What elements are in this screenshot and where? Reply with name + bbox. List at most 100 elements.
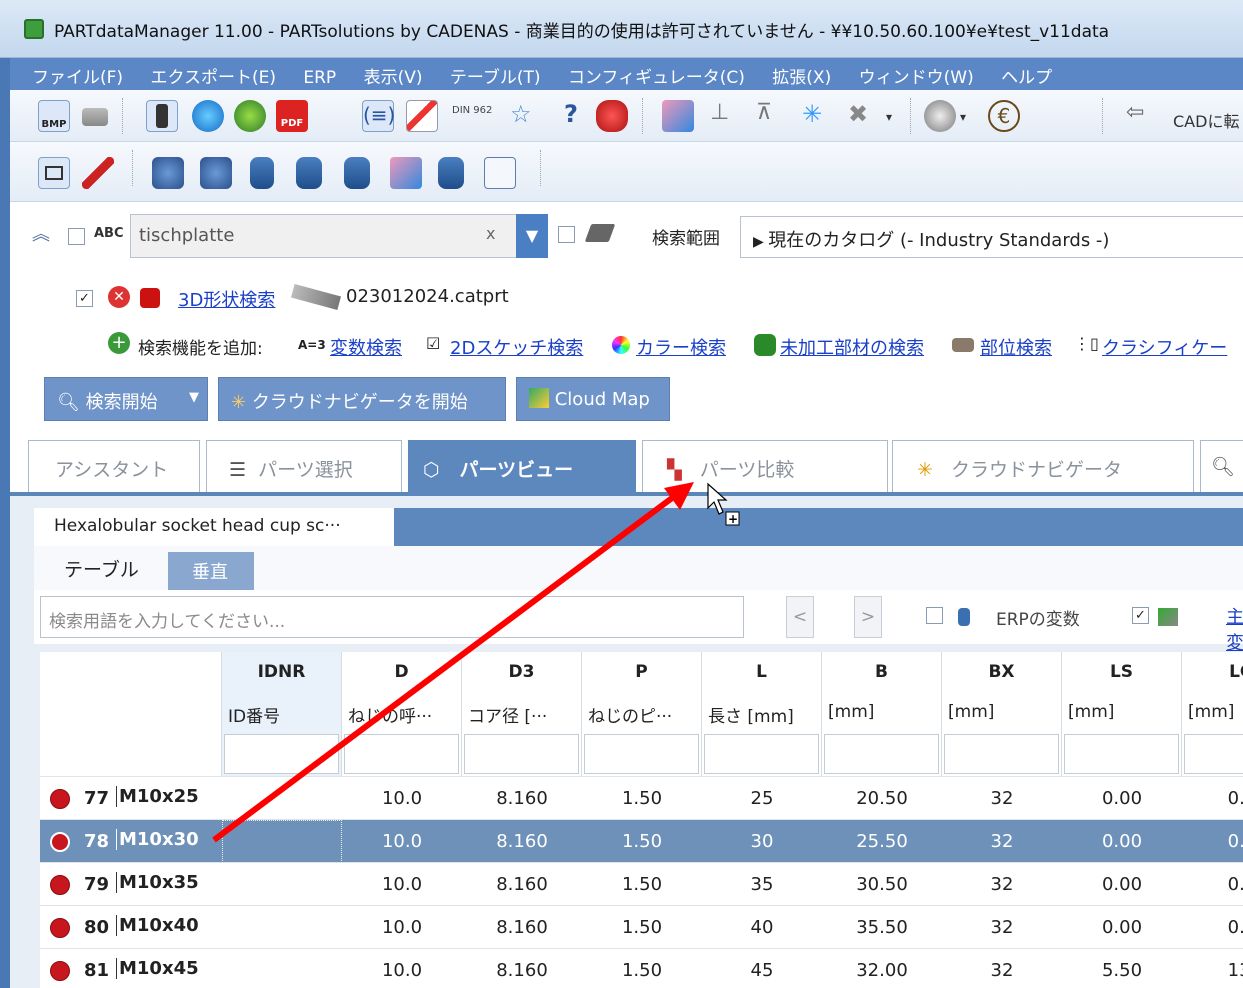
part-icon[interactable] [924,100,956,132]
col-filter[interactable] [344,734,459,774]
catalog-checkbox[interactable] [558,226,575,243]
erp-checkbox[interactable] [926,607,943,624]
raw-material-search-link[interactable]: 未加工部材の検索 [780,334,924,360]
table-cell[interactable]: 0.0 [1182,831,1243,852]
table-cell[interactable]: 1.50 [582,960,702,981]
tab-part-view[interactable]: ⬡ パーツビュー [408,440,636,496]
chevron-down-icon[interactable]: ▾ [960,110,978,141]
col-filter[interactable] [1064,734,1179,774]
table-cell[interactable]: 25.50 [822,831,942,852]
menu-view[interactable]: 表示(V) [364,58,423,88]
cloud-map-button[interactable]: Cloud Map [516,377,670,421]
table-cell[interactable]: 8.160 [462,831,582,852]
classification-search-link[interactable]: クラシフィケー [1102,334,1227,360]
assembly-add-icon[interactable] [390,157,422,189]
table-cell[interactable]: 40 [702,917,822,938]
region-search-link[interactable]: 部位検索 [980,334,1052,360]
focused-cell[interactable] [222,820,342,863]
next-button[interactable]: > [854,596,882,638]
refresh-icon[interactable] [192,100,224,132]
table-cell[interactable]: 13. [1182,960,1243,981]
menu-table[interactable]: テーブル(T) [450,58,541,88]
prev-button[interactable]: < [786,596,814,638]
tab-parts-select[interactable]: ☰ パーツ選択 [206,440,402,492]
row-header[interactable]: 80 M10x40 [40,906,222,949]
din-icon[interactable]: DIN 962 [452,100,492,132]
table-cell[interactable]: 8.160 [462,788,582,809]
col-ls[interactable]: LS [mm] [1062,652,1182,776]
col-filter[interactable] [1184,734,1243,774]
col-idnr[interactable]: IDNR ID番号 [222,652,342,776]
row-header[interactable]: 81 M10x45 [40,949,222,988]
main-variables-link[interactable]: 主変 [1226,603,1243,655]
menu-extensions[interactable]: 拡張(X) [772,58,831,88]
tab-table[interactable]: テーブル [34,546,168,590]
cart-icon[interactable] [82,108,108,126]
part-title-tab[interactable]: Hexalobular socket head cup sc··· [34,508,394,546]
table-cell[interactable]: 30.50 [822,874,942,895]
cloud-navigator-button[interactable]: ✳ クラウドナビゲータを開始 [218,377,506,421]
magic-icon[interactable]: ✳ [802,100,834,132]
catalog-pencil-icon[interactable] [152,157,184,189]
clear-search-icon[interactable]: x [486,224,495,243]
chevron-down-icon[interactable]: ▼ [189,390,199,405]
table-cell[interactable]: 32 [942,917,1062,938]
col-p[interactable]: P ねじのピ··· [582,652,702,776]
table-cell[interactable]: 32.00 [822,960,942,981]
assembly-icon[interactable] [662,100,694,132]
dimension-icon[interactable]: ⊥ [710,100,742,132]
cad-export-icon[interactable]: ⇦ [1126,100,1158,132]
table-cell[interactable]: 5.50 [1062,960,1182,981]
chevron-down-icon[interactable]: ▾ [886,110,904,141]
tab-part-compare[interactable]: ▚ パーツ比較 [642,440,888,492]
col-l[interactable]: L 長さ [mm] [702,652,822,776]
table-cell[interactable]: 0.0 [1182,788,1243,809]
menu-help[interactable]: ヘルプ [1001,58,1052,88]
table-cell[interactable]: 1.50 [582,874,702,895]
col-filter[interactable] [224,734,339,774]
col-filter[interactable] [584,734,699,774]
delete-icon[interactable]: ✖ [848,100,880,132]
table-cell[interactable]: 35 [702,874,822,895]
table-cell[interactable]: 32 [942,960,1062,981]
cylinder-mail-icon[interactable] [296,157,322,189]
catalog-users-icon[interactable] [200,157,232,189]
cylinder-add-icon[interactable] [344,157,370,189]
globe-icon[interactable] [234,100,266,132]
star-icon[interactable]: ☆ [510,100,542,132]
colors-icon[interactable] [596,100,628,132]
col-b[interactable]: B [mm] [822,652,942,776]
start-search-button[interactable]: 🔍︎ 検索開始 ▼ [44,377,208,421]
col-filter[interactable] [944,734,1059,774]
table-cell[interactable]: 10.0 [342,874,462,895]
help-icon[interactable]: ? [556,100,588,132]
search-dropdown-icon[interactable]: ▼ [516,214,548,258]
table-cell[interactable]: 20.50 [822,788,942,809]
filter-input[interactable]: 検索用語を入力してください... [40,596,744,638]
table-cell[interactable]: 0.0 [1182,917,1243,938]
price-icon[interactable]: € [988,100,1020,132]
menu-configurator[interactable]: コンフィギュレータ(C) [568,58,745,88]
table-row[interactable]: 81 M10x45 10.08.1601.504532.00325.5013. [40,948,1243,988]
window-icon[interactable] [38,157,70,189]
col-lg[interactable]: LG [mm] [1182,652,1243,776]
table-cell[interactable]: 32 [942,831,1062,852]
col-filter[interactable] [824,734,939,774]
tree-icon[interactable]: ⊼ [756,100,788,132]
col-d3[interactable]: D3 コア径 [··· [462,652,582,776]
table-cell[interactable]: 0.00 [1062,874,1182,895]
table-cell[interactable]: 32 [942,874,1062,895]
abc-checkbox[interactable] [68,228,85,245]
table-cell[interactable]: 45 [702,960,822,981]
table-cell[interactable]: 32 [942,788,1062,809]
table-cell[interactable]: 0.0 [1182,874,1243,895]
table-cell[interactable]: 10.0 [342,917,462,938]
bmp-icon[interactable]: BMP [38,100,70,132]
table-cell[interactable]: 1.50 [582,917,702,938]
pdf-icon[interactable]: PDF [276,100,308,132]
table-cell[interactable]: 10.0 [342,831,462,852]
table-row[interactable]: 77 M10x25 10.08.1601.502520.50320.000.0 [40,776,1243,819]
table-row[interactable]: 78 M10x30 10.08.1601.503025.50320.000.0 [40,819,1243,863]
table-cell[interactable]: 0.00 [1062,788,1182,809]
table-cell[interactable]: 0.00 [1062,831,1182,852]
